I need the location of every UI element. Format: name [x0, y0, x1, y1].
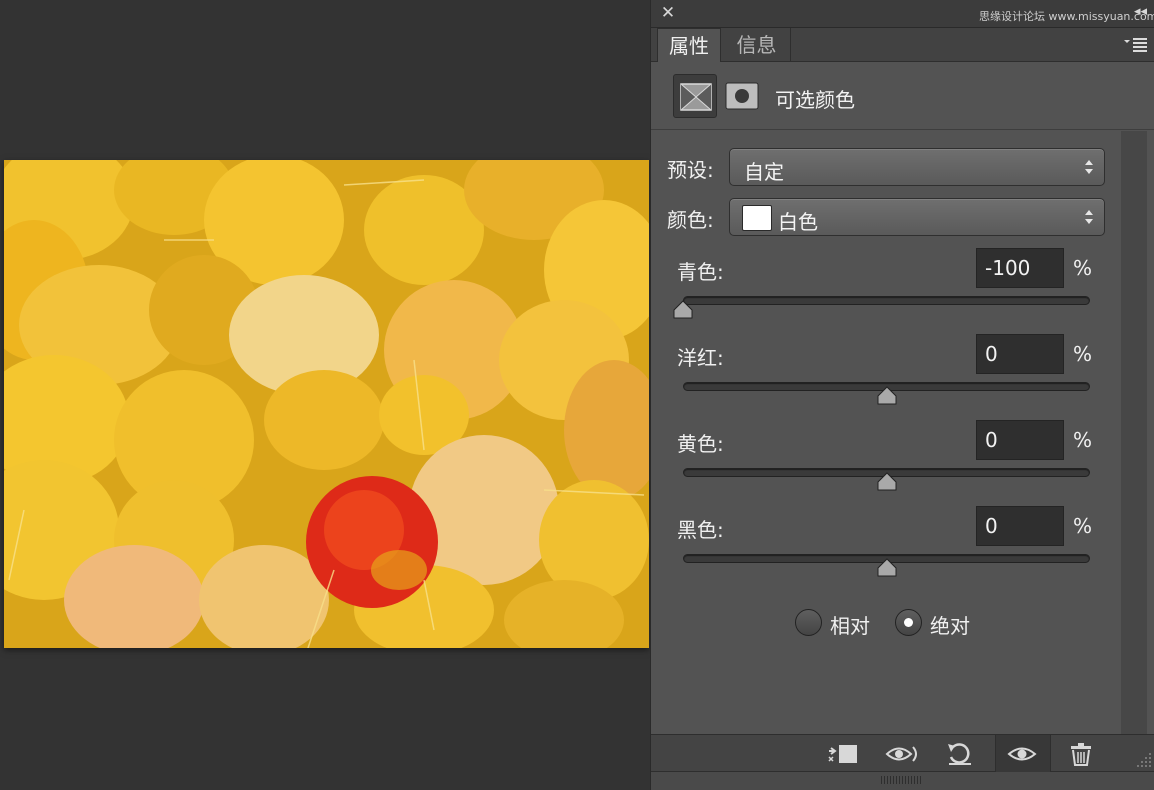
layer-mask-icon[interactable]: [725, 82, 759, 110]
absolute-label: 绝对: [930, 614, 970, 638]
yellow-percent: %: [1073, 428, 1093, 452]
reset-button[interactable]: [935, 735, 985, 773]
cyan-slider-track[interactable]: [683, 296, 1090, 305]
relative-label: 相对: [830, 614, 870, 638]
close-icon[interactable]: ✕: [659, 3, 677, 23]
resize-grip-icon[interactable]: [1135, 751, 1153, 769]
clip-to-layer-icon: [828, 745, 857, 763]
cyan-slider-thumb[interactable]: [672, 300, 694, 320]
relative-radio[interactable]: 相对: [795, 606, 885, 640]
magenta-label: 洋红:: [677, 346, 724, 370]
black-value-field[interactable]: 0: [976, 506, 1064, 546]
panel-bottom-toolbar: [651, 734, 1154, 773]
black-slider-thumb[interactable]: [876, 558, 898, 578]
panel-title-bar: ✕ 思缘设计论坛 www.missyuan.com ◂◂: [651, 0, 1154, 28]
tab-properties[interactable]: 属性: [657, 28, 721, 62]
magenta-value-field[interactable]: 0: [976, 334, 1064, 374]
adjustment-layer-icon[interactable]: [673, 74, 717, 118]
colors-value: 白色: [778, 210, 818, 234]
clip-to-layer-button[interactable]: [817, 735, 867, 773]
yellow-label: 黄色:: [677, 432, 724, 456]
cyan-percent: %: [1073, 256, 1093, 280]
preset-select[interactable]: 自定: [729, 148, 1105, 186]
select-arrows-icon: [1085, 210, 1093, 224]
yellow-value-field[interactable]: 0: [976, 420, 1064, 460]
adjustment-title: 可选颜色: [775, 88, 855, 112]
panel-drag-handle[interactable]: [651, 772, 1154, 790]
black-label: 黑色:: [677, 518, 724, 542]
magenta-percent: %: [1073, 342, 1093, 366]
reset-icon: [948, 743, 971, 765]
visibility-toggle-button[interactable]: [995, 735, 1051, 773]
panel-menu-icon[interactable]: [1123, 36, 1149, 54]
absolute-radio-dot[interactable]: [895, 609, 922, 636]
color-swatch: [742, 205, 772, 231]
black-percent: %: [1073, 514, 1093, 538]
yellow-slider-thumb[interactable]: [876, 472, 898, 492]
watermark-text: 思缘设计论坛 www.missyuan.com: [979, 10, 1154, 23]
tab-info[interactable]: 信息: [723, 28, 791, 62]
view-previous-state-button[interactable]: [875, 735, 925, 773]
properties-panel: ✕ 思缘设计论坛 www.missyuan.com ◂◂ 属性 信息 可选颜色 …: [650, 0, 1154, 790]
absolute-radio[interactable]: 绝对: [895, 606, 985, 640]
document-image[interactable]: [4, 160, 649, 648]
magenta-slider-thumb[interactable]: [876, 386, 898, 406]
trash-icon: [1071, 743, 1091, 766]
panel-tabs: 属性 信息: [651, 28, 1154, 62]
cyan-value-field[interactable]: -100: [976, 248, 1064, 288]
photoshop-workspace: ✕ 思缘设计论坛 www.missyuan.com ◂◂ 属性 信息 可选颜色 …: [0, 0, 1154, 790]
colors-label: 颜色:: [667, 208, 714, 232]
visibility-eye-icon: [1007, 747, 1037, 761]
delete-button[interactable]: [1057, 735, 1107, 773]
grip-lines: [881, 776, 921, 784]
preset-label: 预设:: [667, 158, 714, 182]
collapse-panel-icon[interactable]: ◂◂: [1134, 5, 1147, 19]
colors-select[interactable]: 白色: [729, 198, 1105, 236]
adjustment-type-row: 可选颜色: [651, 62, 1154, 130]
view-previous-state-icon: [885, 746, 917, 762]
panel-scrollbar[interactable]: [1121, 131, 1147, 734]
preset-value: 自定: [744, 160, 784, 184]
cyan-label: 青色:: [677, 260, 724, 284]
relative-radio-dot[interactable]: [795, 609, 822, 636]
select-arrows-icon: [1085, 160, 1093, 174]
